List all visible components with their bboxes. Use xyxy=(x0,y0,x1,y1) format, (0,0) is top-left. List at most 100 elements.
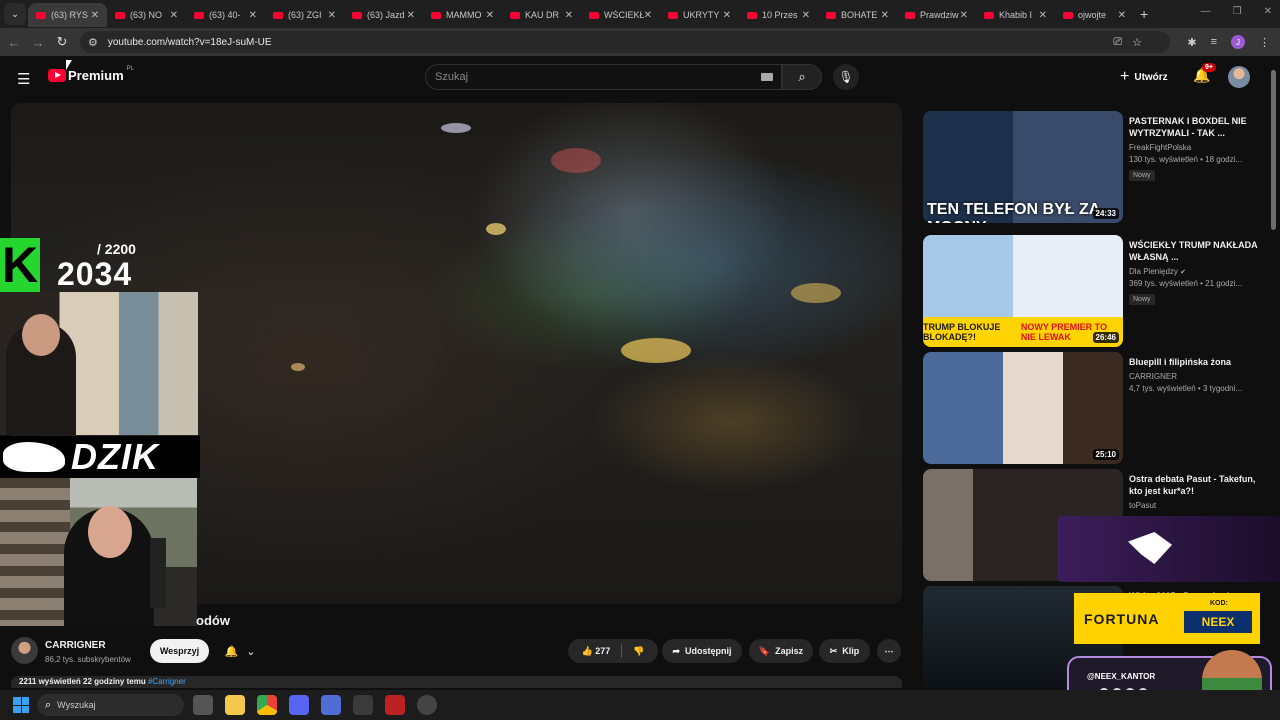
back-icon[interactable]: ← xyxy=(2,35,26,50)
obs-icon[interactable] xyxy=(417,695,437,715)
description-box[interactable]: 2211 wyświetleń 22 godziny temu #Carrign… xyxy=(11,676,902,688)
search-placeholder: Szukaj xyxy=(435,71,469,83)
voice-search-button[interactable]: 🎙 xyxy=(833,64,859,90)
tab-close-icon[interactable]: ✕ xyxy=(407,10,415,21)
search-button[interactable]: ⌕ xyxy=(782,64,822,90)
search-input[interactable]: Szukaj xyxy=(425,64,782,90)
description-hashtag[interactable]: #Carrigner xyxy=(148,677,186,686)
windows-start-icon[interactable] xyxy=(13,697,29,713)
recommended-video[interactable]: TEN TELEFON BYŁ ZA MOCNY 24:33 PASTERNAK… xyxy=(923,111,1268,223)
subscription-bell-button[interactable]: 🔔 ⌄ xyxy=(216,639,264,663)
verified-icon: ✔ xyxy=(1180,269,1187,276)
share-button[interactable]: ➦ Udostępnij xyxy=(662,639,742,663)
tab-close-icon[interactable]: ✕ xyxy=(1118,10,1126,21)
browser-menu-icon[interactable]: ⋮ xyxy=(1259,36,1270,49)
bookmark-star-icon[interactable]: ☆ xyxy=(1132,36,1142,49)
video-title[interactable]: PASTERNAK I BOXDEL NIE WYTRZYMALI - TAK … xyxy=(1129,115,1264,139)
tab-close-icon[interactable]: ✕ xyxy=(802,10,810,21)
tab-close-icon[interactable]: ✕ xyxy=(486,10,494,21)
video-title: odów xyxy=(196,613,230,628)
video-thumbnail[interactable]: TRUMP BLOKUJE BLOKADĘ?! NOWY PREMIER TO … xyxy=(923,235,1123,347)
scrollbar-thumb[interactable] xyxy=(1271,70,1276,230)
recommended-video[interactable]: TRUMP BLOKUJE BLOKADĘ?! NOWY PREMIER TO … xyxy=(923,235,1268,347)
channel-name[interactable]: FreakFightPolska xyxy=(1129,143,1264,152)
extensions-icon[interactable]: ✱ xyxy=(1187,36,1196,49)
tab-close-icon[interactable]: ✕ xyxy=(328,10,336,21)
dislike-button[interactable]: 👎 xyxy=(633,646,644,657)
browser-tab[interactable]: (63) 40- ✕ xyxy=(186,3,265,27)
video-title[interactable]: Bluepill i filipińska żona xyxy=(1129,356,1264,368)
channel-name[interactable]: CARRIGNER xyxy=(1129,372,1264,381)
tab-search-icon[interactable]: ⌄ xyxy=(4,3,26,25)
site-info-icon[interactable]: ⚙ xyxy=(88,36,98,49)
browser-tab[interactable]: WŚCIEKŁ ✕ xyxy=(581,3,660,27)
support-button[interactable]: Wesprzyj xyxy=(150,639,209,663)
tab-close-icon[interactable]: ✕ xyxy=(723,10,731,21)
tab-title: WŚCIEKŁ xyxy=(604,10,644,20)
tab-title: (63) Jazd xyxy=(367,10,405,20)
recommended-video[interactable]: 25:10 Bluepill i filipińska żona CARRIGN… xyxy=(923,352,1268,464)
keyboard-icon[interactable] xyxy=(761,73,773,81)
tab-close-icon[interactable]: ✕ xyxy=(170,10,178,21)
like-button[interactable]: 👍 277 xyxy=(582,646,611,657)
cast-icon[interactable]: ⎚ xyxy=(1113,36,1122,49)
tab-close-icon[interactable]: ✕ xyxy=(644,10,652,21)
tab-close-icon[interactable]: ✕ xyxy=(91,10,99,21)
media-control-icon[interactable]: ≡ xyxy=(1211,36,1217,48)
channel-name[interactable]: Dla Pieniędzy xyxy=(1129,267,1178,276)
tab-close-icon[interactable]: ✕ xyxy=(1039,10,1047,21)
file-explorer-icon[interactable] xyxy=(225,695,245,715)
youtube-premium-logo[interactable]: Premium PL xyxy=(48,66,134,83)
save-button[interactable]: 🔖 Zapisz xyxy=(749,639,813,663)
browser-tab[interactable]: ojwojte ✕ xyxy=(1055,3,1134,27)
tab-close-icon[interactable]: ✕ xyxy=(960,10,968,21)
browser-tab[interactable]: (63) ZGI ✕ xyxy=(265,3,344,27)
clip-button[interactable]: ✂ Klip xyxy=(819,639,870,663)
video-thumbnail[interactable]: 25:10 xyxy=(923,352,1123,464)
video-title[interactable]: WŚCIEKŁY TRUMP NAKŁADA WŁASNĄ ... xyxy=(1129,239,1264,263)
browser-tab[interactable]: Khabib I ✕ xyxy=(976,3,1055,27)
browser-tab[interactable]: KAU DR ✕ xyxy=(502,3,581,27)
tab-close-icon[interactable]: ✕ xyxy=(565,10,573,21)
more-actions-button[interactable]: ⋯ xyxy=(877,639,901,663)
reload-icon[interactable]: ↻ xyxy=(50,34,74,50)
notifications-button[interactable]: 🔔 9+ xyxy=(1193,63,1216,84)
browser-tab[interactable]: Prawdziw ✕ xyxy=(897,3,976,27)
close-window-icon[interactable]: ✕ xyxy=(1264,6,1272,17)
guest-head xyxy=(22,314,60,356)
address-bar[interactable]: ⚙ youtube.com/watch?v=18eJ-suM-UE ⎚ ☆ xyxy=(80,31,1170,53)
fortuna-text: FORTUNA xyxy=(1084,611,1160,627)
browser-tab[interactable]: BOHATE ✕ xyxy=(818,3,897,27)
channel-subscribers: 86,2 tys. subskrybentów xyxy=(45,655,131,664)
video-thumbnail[interactable]: TEN TELEFON BYŁ ZA MOCNY 24:33 xyxy=(923,111,1123,223)
taskbar-search[interactable]: ⌕ Wyszukaj xyxy=(37,694,184,716)
profile-avatar[interactable]: J xyxy=(1231,35,1245,49)
channel-name[interactable]: toPasut xyxy=(1129,501,1264,510)
browser-tab[interactable]: 10 Przes ✕ xyxy=(739,3,818,27)
forward-icon[interactable]: → xyxy=(26,35,50,50)
browser-tab[interactable]: (63) NO ✕ xyxy=(107,3,186,27)
channel-avatar[interactable] xyxy=(11,637,38,664)
app-icon[interactable] xyxy=(321,695,341,715)
discord-icon[interactable] xyxy=(289,695,309,715)
chrome-icon[interactable] xyxy=(257,695,277,715)
browser-tab[interactable]: MAMMO ✕ xyxy=(423,3,502,27)
browser-tab[interactable]: UKRYTY ✕ xyxy=(660,3,739,27)
video-title[interactable]: Ostra debata Pasut - Takefun, kto jest k… xyxy=(1129,473,1264,497)
tab-close-icon[interactable]: ✕ xyxy=(249,10,257,21)
menu-hamburger-icon[interactable]: ☰ xyxy=(17,70,30,88)
task-view-icon[interactable] xyxy=(193,695,213,715)
minimize-icon[interactable]: — xyxy=(1201,6,1211,17)
new-tab-button[interactable]: + xyxy=(1140,6,1148,22)
app-icon[interactable] xyxy=(353,695,373,715)
browser-tab[interactable]: (63) Jazd ✕ xyxy=(344,3,423,27)
page-scrollbar[interactable] xyxy=(1271,60,1276,660)
tab-close-icon[interactable]: ✕ xyxy=(881,10,889,21)
app-icon[interactable] xyxy=(385,695,405,715)
account-avatar[interactable] xyxy=(1228,66,1250,88)
browser-tab[interactable]: (63) RYS ✕ xyxy=(28,3,107,27)
youtube-favicon-icon xyxy=(905,11,915,19)
channel-name[interactable]: CARRIGNER xyxy=(45,640,106,651)
restore-icon[interactable]: ❐ xyxy=(1233,6,1242,17)
create-button[interactable]: + Utwórz xyxy=(1120,68,1168,86)
